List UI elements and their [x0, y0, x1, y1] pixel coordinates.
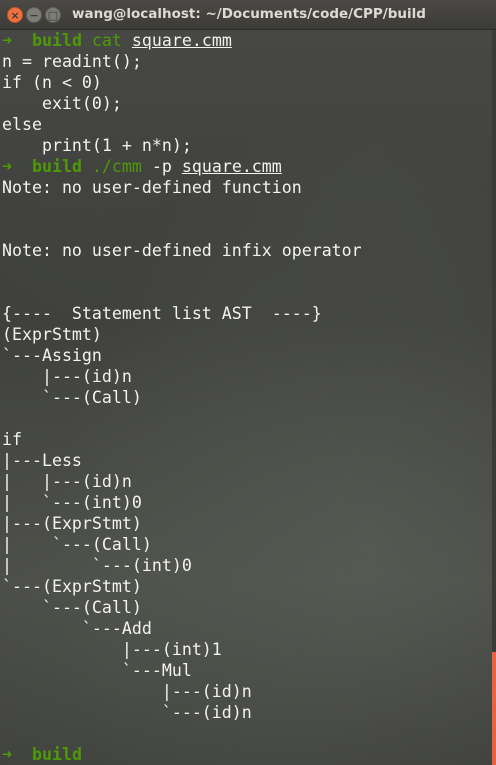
- output-line: `---(Call): [2, 598, 142, 617]
- scrollbar[interactable]: [492, 30, 496, 765]
- output-line: {---- Statement list AST ----}: [2, 304, 322, 323]
- prompt-directory: build: [31, 745, 82, 764]
- output-line: `---(ExprStmt): [2, 577, 142, 596]
- output-line: Note: no user-defined function: [2, 178, 302, 197]
- prompt-arrow-icon: ➜: [2, 157, 12, 176]
- output-line: |---(int)1: [2, 640, 222, 659]
- file-contents: n = readint(); if (n < 0) exit(0); else pr…: [2, 51, 492, 156]
- output-line: | `---(int)0: [2, 556, 192, 575]
- terminal-output[interactable]: ➜ build cat square.cmm n = readint(); if …: [0, 30, 492, 765]
- file-line: if (n < 0): [2, 73, 102, 92]
- output-line: (ExprStmt): [2, 325, 102, 344]
- command-name: ./cmm: [91, 157, 142, 176]
- output-line: `---(Call): [2, 388, 142, 407]
- prompt-arrow-icon: ➜: [2, 745, 12, 764]
- output-line: `---Add: [2, 619, 152, 638]
- output-line: | `---(Call): [2, 535, 152, 554]
- maximize-button[interactable]: □: [45, 7, 61, 23]
- output-line: |---(id)n: [2, 367, 132, 386]
- output-line: `---Assign: [2, 346, 102, 365]
- close-button[interactable]: ×: [7, 7, 23, 23]
- title-bar[interactable]: × − □ wang@localhost: ~/Documents/code/C…: [0, 0, 496, 30]
- file-line: print(1 + n*n);: [2, 136, 192, 155]
- output-line: if: [2, 430, 22, 449]
- output-line: | `---(int)0: [2, 493, 142, 512]
- prompt-line: ➜ build ./cmm -p square.cmm: [2, 156, 492, 177]
- window-title: wang@localhost: ~/Documents/code/CPP/bui…: [72, 6, 426, 22]
- prompt-directory: build: [31, 157, 82, 176]
- output-line: Note: no user-defined infix operator: [2, 241, 362, 260]
- output-line: |---(ExprStmt): [2, 514, 142, 533]
- minimize-button[interactable]: −: [26, 7, 42, 23]
- prompt-directory: build: [31, 31, 82, 50]
- output-line: `---Mul: [2, 661, 192, 680]
- scrollbar-thumb[interactable]: [492, 652, 496, 765]
- file-line: n = readint();: [2, 52, 142, 71]
- prompt-line: ➜ build cat square.cmm: [2, 30, 492, 51]
- file-line: else: [2, 115, 42, 134]
- output-line: `---(id)n: [2, 703, 252, 722]
- prompt-arrow-icon: ➜: [2, 31, 12, 50]
- command-name: cat: [91, 31, 122, 50]
- command-argument: square.cmm: [181, 157, 282, 176]
- output-line: |---Less: [2, 451, 82, 470]
- file-line: exit(0);: [2, 94, 122, 113]
- output-line: |---(id)n: [2, 682, 252, 701]
- terminal-window: × − □ wang@localhost: ~/Documents/code/C…: [0, 0, 496, 765]
- output-line: | |---(id)n: [2, 472, 132, 491]
- prompt-line[interactable]: ➜ build: [2, 744, 492, 765]
- command-output: Note: no user-defined function Note: no u…: [2, 177, 492, 744]
- command-argument: square.cmm: [131, 31, 232, 50]
- command-flag: -p: [151, 157, 172, 176]
